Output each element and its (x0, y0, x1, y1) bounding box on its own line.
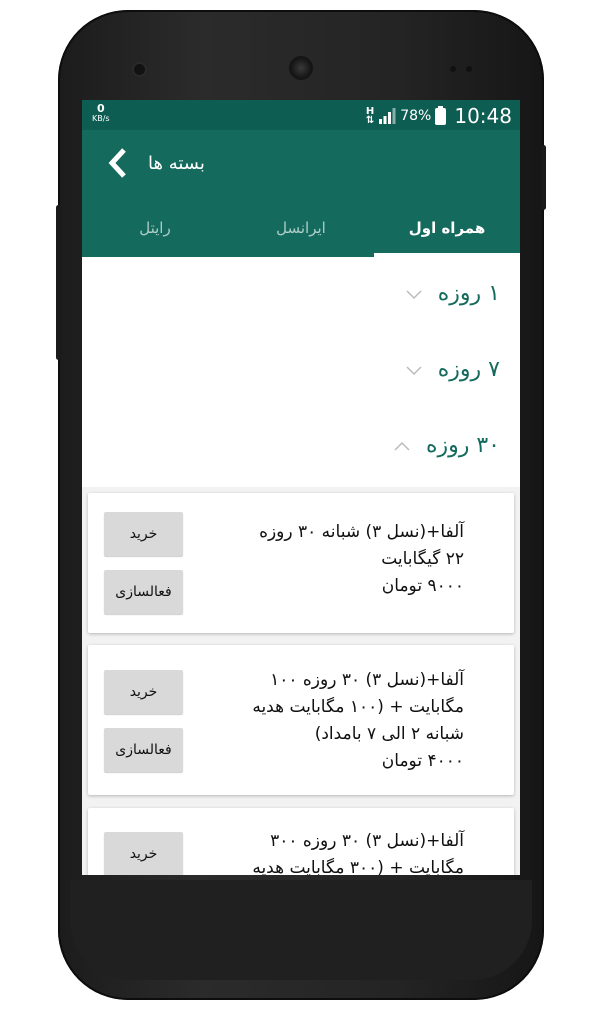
group-title: ۳۰ روزه (425, 433, 500, 458)
package-price: ۹۰۰۰ تومان (381, 576, 464, 596)
app-screen: 0 KB/s H ⇅ 78% 10:48 بسته ها رایتل ایران… (82, 100, 520, 875)
proximity-sensor (450, 66, 456, 72)
tab-irancell[interactable]: ایرانسل (228, 221, 374, 257)
activate-button[interactable]: فعالسازی (104, 570, 183, 614)
activate-button[interactable]: فعالسازی (104, 728, 183, 772)
front-camera (134, 64, 145, 75)
group-title: ۱ روزه (437, 281, 500, 306)
tab-rightel[interactable]: رایتل (82, 221, 228, 257)
group-7-day[interactable]: ۷ روزه (404, 357, 500, 382)
package-line: مگابایت + (۱۰۰ مگابایت هدیه (252, 697, 464, 717)
chevron-down-icon (406, 289, 422, 299)
network-speed: 0 KB/s (92, 103, 110, 124)
group-1-day[interactable]: ۱ روزه (404, 281, 500, 306)
volume-button (56, 205, 61, 360)
duration-groups: ۱ روزه ۷ روزه ۳۰ روزه (82, 257, 520, 487)
group-30-day[interactable]: ۳۰ روزه (392, 433, 500, 458)
clock: 10:48 (454, 104, 512, 128)
back-button[interactable] (100, 144, 136, 182)
buy-button[interactable]: خرید (104, 832, 183, 875)
power-button (541, 145, 546, 210)
network-type-icon: H ⇅ (365, 106, 375, 126)
package-line: آلفا+(نسل ۳) شبانه ۳۰ روزه (259, 522, 464, 542)
app-bar: بسته ها رایتل ایرانسل همراه اول (82, 130, 520, 257)
earpiece-speaker (289, 56, 313, 80)
package-card: آلفا+(نسل ۳) ۳۰ روزه ۳۰۰ مگابایت + (۳۰۰ … (88, 808, 514, 875)
chevron-left-icon (108, 148, 126, 178)
package-card: آلفا+(نسل ۳) شبانه ۳۰ روزه ۲۲ گیگابایت ۹… (88, 493, 514, 633)
package-line: مگابایت + (۳۰۰ مگابایت هدیه (252, 858, 464, 875)
battery-percent: 78% (400, 108, 432, 124)
package-description: آلفا+(نسل ۳) ۳۰ روزه ۱۰۰ مگابایت + (۱۰۰ … (204, 667, 464, 775)
group-title: ۷ روزه (437, 357, 500, 382)
page-title: بسته ها (148, 153, 205, 174)
network-speed-unit: KB/s (92, 114, 110, 123)
buy-button[interactable]: خرید (104, 512, 183, 556)
network-type-label: H (365, 106, 375, 117)
package-line: آلفا+(نسل ۳) ۳۰ روزه ۳۰۰ (270, 831, 464, 851)
package-price: ۴۰۰۰ تومان (381, 751, 464, 771)
status-indicators: H ⇅ 78% 10:48 (366, 104, 512, 128)
package-card: آلفا+(نسل ۳) ۳۰ روزه ۱۰۰ مگابایت + (۱۰۰ … (88, 645, 514, 795)
package-description: آلفا+(نسل ۳) شبانه ۳۰ روزه ۲۲ گیگابایت ۹… (204, 519, 464, 600)
buy-button[interactable]: خرید (104, 670, 183, 714)
package-description: آلفا+(نسل ۳) ۳۰ روزه ۳۰۰ مگابایت + (۳۰۰ … (204, 828, 464, 875)
package-line: آلفا+(نسل ۳) ۳۰ روزه ۱۰۰ (270, 670, 464, 690)
tab-hamrah-aval[interactable]: همراه اول (374, 221, 520, 257)
package-line: شبانه ۲ الی ۷ بامداد) (314, 724, 464, 744)
phone-chin (70, 880, 532, 980)
chevron-up-icon (394, 441, 410, 451)
light-sensor (466, 66, 472, 72)
package-line: ۲۲ گیگابایت (381, 549, 464, 569)
status-bar: 0 KB/s H ⇅ 78% 10:48 (82, 100, 520, 130)
signal-icon (379, 108, 396, 124)
chevron-down-icon (406, 365, 422, 375)
operator-tabs: رایتل ایرانسل همراه اول (82, 221, 520, 257)
battery-icon (435, 105, 447, 125)
